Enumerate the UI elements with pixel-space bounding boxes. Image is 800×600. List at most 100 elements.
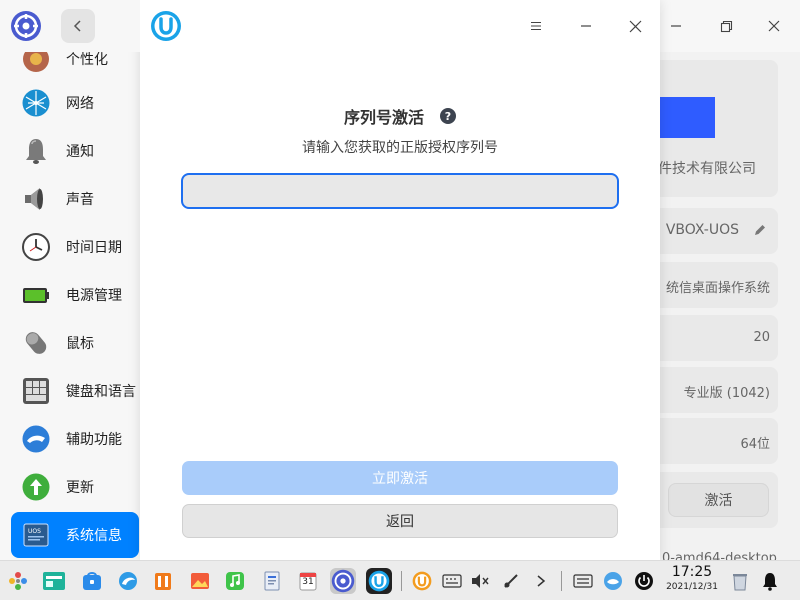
taskbar-archive-manager[interactable]	[150, 568, 176, 594]
tray-uos-activator[interactable]	[409, 568, 435, 594]
sidebar-item-label: 通知	[66, 144, 94, 160]
archive-icon	[155, 573, 171, 590]
activate-now-button[interactable]: 立即激活	[182, 461, 618, 495]
sidebar-item-mouse[interactable]: 鼠标	[11, 320, 139, 366]
control-center-logo-icon	[10, 10, 42, 42]
sidebar-item-system-info[interactable]: UOS 系统信息	[11, 512, 139, 558]
image-viewer-icon	[191, 573, 209, 589]
dialog-title: 序列号激活	[343, 108, 424, 127]
clock-time: 17:25	[671, 564, 713, 580]
help-icon[interactable]: ?	[440, 108, 456, 124]
update-icon	[20, 471, 52, 503]
taskbar-clock[interactable]: 17:25 2021/12/31	[662, 563, 722, 593]
keyboard-icon	[442, 574, 462, 588]
taskbar-control-center[interactable]	[330, 568, 356, 594]
uos-activator-icon	[368, 570, 390, 592]
return-button[interactable]: 返回	[182, 504, 618, 538]
bell-icon	[20, 135, 52, 167]
taskbar-separator	[401, 571, 402, 591]
input-method-keyboard-icon	[573, 574, 593, 588]
dialog-subtitle: 请输入您获取的正版授权序列号	[302, 140, 498, 156]
clock-icon	[20, 231, 52, 263]
dialog-menu-button[interactable]	[523, 13, 549, 39]
wired-network-icon	[504, 574, 518, 588]
version-value: 20	[753, 330, 770, 345]
sidebar-item-power[interactable]: 电源管理	[11, 272, 139, 318]
assistant-icon	[604, 572, 622, 590]
battery-icon	[20, 279, 52, 311]
sidebar-item-accessibility[interactable]: 辅助功能	[11, 416, 139, 462]
keyboard-icon	[20, 375, 52, 407]
uos-activator-icon	[150, 10, 182, 42]
close-button[interactable]	[762, 14, 786, 38]
taskbar-multitask-view[interactable]	[41, 568, 67, 594]
taskbar-browser[interactable]	[115, 568, 141, 594]
launcher-icon	[9, 572, 27, 590]
minimize-icon	[581, 25, 591, 27]
uos-logo	[660, 97, 715, 138]
close-icon	[768, 20, 780, 32]
taskbar-app-store[interactable]	[79, 568, 105, 594]
activate-button[interactable]: 激活	[668, 483, 769, 517]
sidebar-item-network[interactable]: 网络	[11, 80, 139, 126]
os-name-value: 统信桌面操作系统	[665, 281, 770, 296]
taskbar-separator	[561, 571, 562, 591]
sidebar-item-label: 鼠标	[66, 336, 94, 352]
tray-input-method[interactable]	[570, 568, 596, 594]
taskbar-calendar[interactable]: 31	[295, 568, 321, 594]
taskbar-uos-activator[interactable]	[366, 568, 392, 594]
taskbar-notification-center[interactable]	[757, 568, 783, 594]
notification-bell-icon	[763, 573, 777, 591]
taskbar-trash[interactable]	[727, 568, 753, 594]
dialog-close-button[interactable]	[622, 13, 648, 39]
tray-volume[interactable]	[467, 568, 493, 594]
sidebar-item-label: 网络	[66, 96, 94, 112]
chevron-right-icon	[537, 575, 546, 587]
speaker-icon	[20, 183, 52, 215]
taskbar: 31 17:25 2021/12/31	[0, 560, 800, 600]
hamburger-menu-icon	[531, 21, 541, 31]
sidebar-item-label: 个性化	[66, 52, 108, 68]
taskbar-image-viewer[interactable]	[187, 568, 213, 594]
network-icon	[20, 87, 52, 119]
back-button[interactable]	[61, 9, 95, 43]
main-window-titlebar	[660, 0, 800, 52]
sidebar-item-update[interactable]: 更新	[11, 464, 139, 510]
sidebar-item-notification[interactable]: 通知	[11, 128, 139, 174]
sidebar-item-datetime[interactable]: 时间日期	[11, 224, 139, 270]
system-info-icon: UOS	[20, 519, 52, 551]
taskbar-document-viewer[interactable]	[259, 568, 285, 594]
accessibility-icon	[20, 423, 52, 455]
taskbar-music[interactable]	[222, 568, 248, 594]
tray-onboard-keyboard[interactable]	[439, 568, 465, 594]
sidebar-item-label: 更新	[66, 480, 94, 496]
mouse-icon	[20, 327, 52, 359]
minimize-icon	[671, 25, 681, 27]
dialog-title-row: 序列号激活 ?	[140, 104, 660, 128]
minimize-button[interactable]	[664, 14, 688, 38]
sidebar-item-label: 时间日期	[66, 240, 122, 256]
sidebar-item-keyboard[interactable]: 键盘和语言	[11, 368, 139, 414]
tray-assistant[interactable]	[600, 568, 626, 594]
tray-network[interactable]	[498, 568, 524, 594]
sidebar-item-sound[interactable]: 声音	[11, 176, 139, 222]
settings-sidebar: 个性化 网络 通知 声音 时间日期 电源管理 鼠标 键盘和语言 辅助功能 更新 …	[0, 0, 140, 560]
clock-date: 2021/12/31	[666, 582, 718, 592]
document-viewer-icon	[264, 571, 280, 591]
tray-power-button[interactable]	[631, 568, 657, 594]
serial-number-input[interactable]	[181, 173, 619, 209]
sidebar-item-label: 系统信息	[66, 528, 122, 544]
sidebar-item-label: 辅助功能	[66, 432, 122, 448]
dialog-minimize-button[interactable]	[573, 13, 599, 39]
launcher-button[interactable]	[5, 568, 31, 594]
activator-tray-icon	[412, 571, 432, 591]
sidebar-item-label: 声音	[66, 192, 94, 208]
maximize-button[interactable]	[714, 14, 738, 38]
edit-pencil-icon[interactable]	[753, 222, 767, 241]
tray-expand-button[interactable]	[528, 568, 554, 594]
chevron-left-icon	[73, 20, 81, 32]
system-info-panel: 件技术有限公司 VBOX-UOS 统信桌面操作系统 20 专业版 (1042) …	[660, 0, 800, 560]
company-name: 件技术有限公司	[660, 161, 756, 177]
sidebar-item-label: 电源管理	[66, 288, 122, 304]
computer-name-value: VBOX-UOS	[665, 222, 739, 238]
